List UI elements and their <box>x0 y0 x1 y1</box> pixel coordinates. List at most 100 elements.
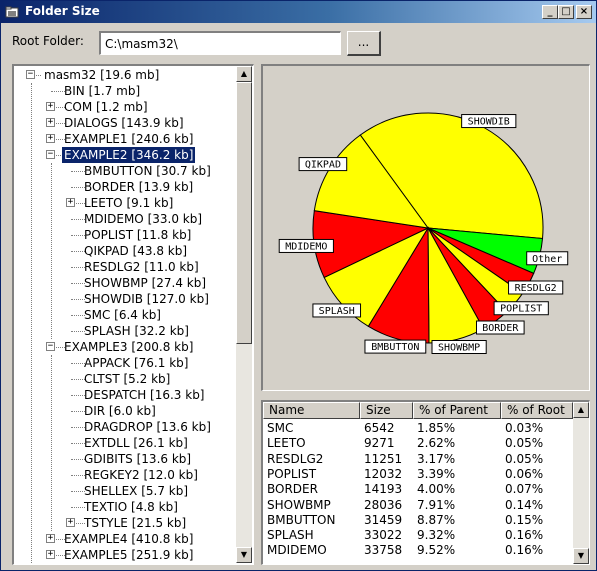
tree-item-label: TEXTIO [4.8 kb] <box>84 500 178 514</box>
tree-item[interactable]: SHOWBMP [27.4 kb] <box>14 275 234 291</box>
tree-item[interactable]: QIKPAD [43.8 kb] <box>14 243 234 259</box>
tree-item[interactable]: BORDER [13.9 kb] <box>14 179 234 195</box>
pie-label-mdidemo: MDIDEMO <box>278 238 334 253</box>
tree-item[interactable]: + COM [1.2 mb] <box>14 99 234 115</box>
list-item-name[interactable]: RESDLG2 <box>263 451 360 467</box>
list-item-value: 3.17% <box>417 451 456 466</box>
tree-item[interactable]: + DIALOGS [143.9 kb] <box>14 115 234 131</box>
list-item-value: 0.14% <box>505 497 544 512</box>
list-item-name[interactable]: BMBUTTON <box>263 512 360 528</box>
tree-item-label: DRAGDROP [13.6 kb] <box>84 420 211 434</box>
expand-icon[interactable]: + <box>66 518 75 527</box>
list-item-name[interactable]: MDIDEMO <box>263 542 360 558</box>
list-item-value: 0.03% <box>505 421 544 435</box>
collapse-icon[interactable]: − <box>46 342 55 351</box>
expand-icon[interactable]: + <box>46 102 55 111</box>
pie-label-showdib: SHOWDIB <box>461 114 517 129</box>
tree-item[interactable]: REGKEY2 [12.0 kb] <box>14 467 234 483</box>
column-header-size[interactable]: Size <box>360 402 413 419</box>
tree-item[interactable]: SHELLEX [5.7 kb] <box>14 483 234 499</box>
root-folder-input[interactable] <box>99 31 341 55</box>
list-item-name[interactable]: SPLASH <box>263 527 360 543</box>
collapse-icon[interactable]: − <box>46 150 55 159</box>
tree-item-label: DIALOGS [143.9 kb] <box>64 116 184 130</box>
tree-item[interactable]: SPLASH [32.2 kb] <box>14 323 234 339</box>
column-header-name[interactable]: Name <box>263 402 360 419</box>
list-item-name[interactable]: BORDER <box>263 481 360 497</box>
tree-item-label: SMC [6.4 kb] <box>84 308 161 322</box>
tree-item[interactable]: DIR [6.0 kb] <box>14 403 234 419</box>
list-item-value: 0.16% <box>505 528 544 543</box>
tree-item[interactable]: + LEETO [9.1 kb] <box>14 195 234 211</box>
column-header-of-root[interactable]: % of Root <box>501 402 573 419</box>
pie-label-showbmp: SHOWBMP <box>431 340 487 355</box>
tree-item-label: GDIBITS [13.6 kb] <box>84 452 192 466</box>
column-header-of-parent[interactable]: % of Parent <box>413 402 501 419</box>
list-item-value: 2.62% <box>417 436 456 451</box>
close-button[interactable]: × <box>576 5 592 19</box>
expand-icon[interactable]: + <box>46 134 55 143</box>
tree-item[interactable]: DESPATCH [16.3 kb] <box>14 387 234 403</box>
tree-item[interactable]: + EXAMPLE5 [251.9 kb] <box>14 547 234 563</box>
tree-item-label: EXTDLL [26.1 kb] <box>84 436 188 450</box>
folder-tree[interactable]: ▲ ▼ − masm32 [19.6 mb] BIN [1.7 mb] + COM [1… <box>12 64 254 565</box>
tree-item[interactable]: BMBUTTON [30.7 kb] <box>14 163 234 179</box>
tree-item[interactable]: SMC [6.4 kb] <box>14 307 234 323</box>
list-item-value: 0.05% <box>505 436 544 451</box>
list-item-name[interactable]: LEETO <box>263 435 360 451</box>
size-list[interactable]: % of Root% of Parent Size Name ▲ ▼ SMC 6542… <box>261 400 590 565</box>
tree-item[interactable]: RESDLG2 [11.0 kb] <box>14 259 234 275</box>
expand-icon[interactable]: + <box>46 534 55 543</box>
tree-item[interactable]: + TSTYLE [21.5 kb] <box>14 515 234 531</box>
tree-item[interactable]: APPACK [76.1 kb] <box>14 355 234 371</box>
collapse-icon[interactable]: − <box>26 70 35 79</box>
list-item-value: 1.85% <box>417 421 456 435</box>
tree-item-label: POPLIST [11.8 kb] <box>84 228 192 242</box>
tree-item[interactable]: − EXAMPLE3 [200.8 kb] <box>14 339 234 355</box>
scroll-down-arrow-icon[interactable]: ▼ <box>236 547 252 563</box>
list-scrollbar[interactable]: ▲ ▼ <box>573 402 589 564</box>
list-item-value: 8.87% <box>417 512 456 527</box>
tree-item[interactable]: − masm32 [19.6 mb] <box>14 67 234 83</box>
tree-scrollbar[interactable]: ▲ ▼ <box>236 66 252 563</box>
list-item-name[interactable]: SMC <box>263 420 360 436</box>
tree-item-label: masm32 [19.6 mb] <box>44 68 160 82</box>
tree-item[interactable]: BIN [1.7 mb] <box>14 83 234 99</box>
pie-chart: SHOWDIB Other RESDLG2 POPLIST BORDERSHOWBMP B… <box>278 112 569 355</box>
list-item-value: 9271 <box>364 436 395 451</box>
tree-item[interactable]: + EXAMPLE1 [240.6 kb] <box>14 131 234 147</box>
expand-icon[interactable]: + <box>46 550 55 559</box>
tree-item[interactable]: MDIDEMO [33.0 kb] <box>14 211 234 227</box>
pie-label-text: POPLIST <box>500 304 542 315</box>
pie-label-other: Other <box>526 251 569 266</box>
expand-icon[interactable]: + <box>66 198 75 207</box>
scroll-up-arrow-icon[interactable]: ▲ <box>573 402 589 418</box>
tree-item[interactable]: + EXAMPLE4 [410.8 kb] <box>14 531 234 547</box>
list-item-value: 0.06% <box>505 466 544 481</box>
maximize-button[interactable]: □ <box>558 5 574 19</box>
tree-item[interactable]: GDIBITS [13.6 kb] <box>14 451 234 467</box>
scroll-thumb[interactable] <box>236 82 252 344</box>
scroll-up-arrow-icon[interactable]: ▲ <box>236 66 252 82</box>
list-item-value: 0.16% <box>505 543 544 558</box>
tree-item-label: MDIDEMO [33.0 kb] <box>84 212 203 226</box>
pie-label-border: BORDER <box>475 320 525 335</box>
expand-icon[interactable]: + <box>46 118 55 127</box>
tree-item[interactable]: POPLIST [11.8 kb] <box>14 227 234 243</box>
tree-item-label: QIKPAD [43.8 kb] <box>84 244 188 258</box>
scroll-down-arrow-icon[interactable]: ▼ <box>573 548 589 564</box>
tree-item[interactable]: SHOWDIB [127.0 kb] <box>14 291 234 307</box>
tree-item[interactable]: EXTDLL [26.1 kb] <box>14 435 234 451</box>
tree-item[interactable]: CLTST [5.2 kb] <box>14 371 234 387</box>
browse-button[interactable]: ... <box>347 31 381 56</box>
title-bar[interactable]: Folder Size _ □ × <box>1 1 596 23</box>
list-item-name[interactable]: SHOWBMP <box>263 497 360 513</box>
tree-item[interactable]: − EXAMPLE2 [346.2 kb] <box>14 146 234 164</box>
minimize-button[interactable]: _ <box>542 5 558 19</box>
pie-label-text: Other <box>532 254 562 265</box>
tree-item[interactable]: TEXTIO [4.8 kb] <box>14 499 234 515</box>
list-item-name[interactable]: POPLIST <box>263 466 360 482</box>
list-item-value: 3.39% <box>417 466 456 481</box>
tree-item-label: DIR [6.0 kb] <box>84 404 156 418</box>
tree-item[interactable]: DRAGDROP [13.6 kb] <box>14 419 234 435</box>
